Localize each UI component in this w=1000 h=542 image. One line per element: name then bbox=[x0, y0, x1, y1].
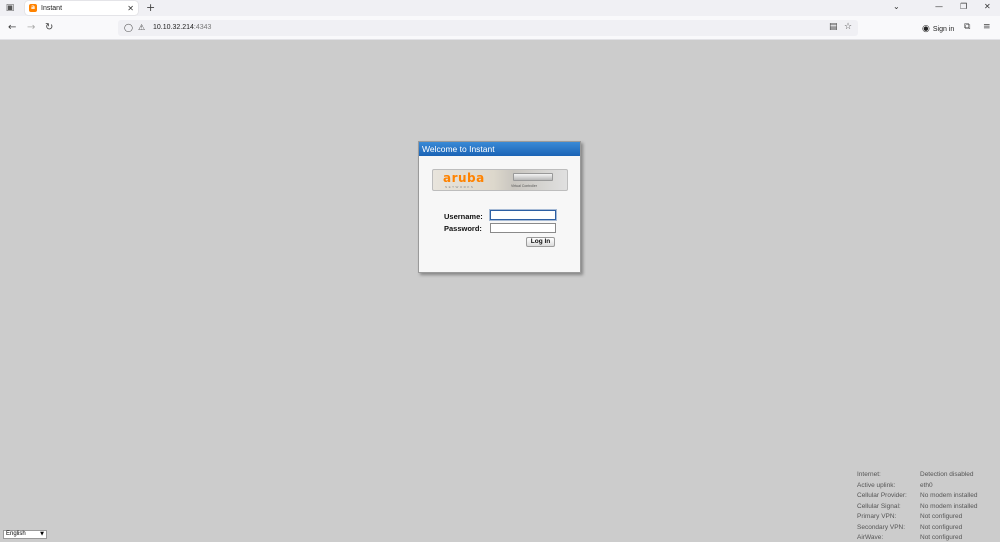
tracking-shield-icon[interactable]: ◯ bbox=[124, 23, 133, 32]
status-value: Not configured bbox=[920, 513, 963, 520]
reload-icon[interactable]: ↻ bbox=[45, 22, 53, 33]
browser-tab-bar: ▣ a Instant ✕ + ⌄ — ❐ ✕ bbox=[0, 0, 1000, 16]
language-select[interactable]: English ▼ bbox=[3, 530, 47, 539]
language-selected: English bbox=[6, 531, 26, 537]
url-port: :4343 bbox=[193, 24, 212, 31]
new-tab-icon[interactable]: + bbox=[146, 1, 155, 14]
tab-list-icon[interactable]: ⌄ bbox=[893, 2, 900, 11]
password-label: Password: bbox=[444, 224, 482, 233]
status-row: AirWave: Not configured bbox=[857, 534, 997, 542]
account-icon: ◉ bbox=[922, 24, 930, 34]
browser-tab[interactable]: a Instant ✕ bbox=[25, 1, 138, 15]
dialog-title: Welcome to Instant bbox=[419, 142, 580, 156]
controller-device-image bbox=[513, 173, 553, 181]
banner-caption: Virtual Controller bbox=[511, 184, 538, 188]
chevron-down-icon: ▼ bbox=[40, 531, 44, 537]
login-button[interactable]: Log In bbox=[526, 237, 555, 247]
status-panel: Internet: Detection disabled Active upli… bbox=[857, 471, 997, 542]
login-dialog: Welcome to Instant aruba NETWORKS Virtua… bbox=[418, 141, 581, 273]
url-bar[interactable]: ◯ ⚠ 10.10.32.214:4343 ▤ ☆ bbox=[118, 20, 858, 36]
close-window-icon[interactable]: ✕ bbox=[984, 2, 991, 11]
url-text[interactable]: 10.10.32.214:4343 bbox=[153, 24, 211, 31]
sign-in-button[interactable]: ◉ Sign in bbox=[922, 24, 954, 34]
status-value: No modem installed bbox=[920, 492, 978, 499]
status-label: Active uplink: bbox=[857, 481, 896, 489]
bookmark-star-icon[interactable]: ☆ bbox=[844, 22, 852, 32]
tab-title: Instant bbox=[41, 4, 63, 12]
back-icon[interactable]: ← bbox=[8, 22, 16, 33]
lock-warning-icon[interactable]: ⚠ bbox=[138, 23, 145, 32]
status-label: Secondary VPN: bbox=[857, 523, 906, 531]
status-label: AirWave: bbox=[857, 534, 884, 541]
sign-in-label: Sign in bbox=[932, 25, 955, 33]
status-value: Not configured bbox=[920, 523, 963, 531]
aruba-logo: aruba bbox=[443, 171, 485, 185]
status-value: Not configured bbox=[920, 534, 963, 541]
status-row: Secondary VPN: Not configured bbox=[857, 524, 997, 535]
close-tab-icon[interactable]: ✕ bbox=[127, 4, 134, 13]
status-row: Active uplink: eth0 bbox=[857, 482, 997, 493]
extensions-icon[interactable]: ⧉ bbox=[964, 22, 970, 32]
status-row: Cellular Provider: No modem installed bbox=[857, 492, 997, 503]
status-value: Detection disabled bbox=[920, 471, 974, 478]
status-label: Cellular Provider: bbox=[857, 492, 907, 499]
status-label: Primary VPN: bbox=[857, 513, 897, 520]
status-row: Internet: Detection disabled bbox=[857, 471, 997, 482]
menu-icon[interactable]: ≡ bbox=[983, 22, 991, 32]
status-value: No modem installed bbox=[920, 502, 978, 510]
status-label: Internet: bbox=[857, 471, 881, 478]
status-row: Cellular Signal: No modem installed bbox=[857, 503, 997, 514]
status-value: eth0 bbox=[920, 481, 933, 489]
password-input[interactable] bbox=[490, 223, 556, 233]
username-input[interactable] bbox=[490, 210, 556, 220]
tab-overview-icon[interactable]: ▣ bbox=[0, 0, 20, 16]
status-label: Cellular Signal: bbox=[857, 502, 901, 510]
status-row: Primary VPN: Not configured bbox=[857, 513, 997, 524]
aruba-banner: aruba NETWORKS Virtual Controller bbox=[432, 169, 568, 191]
minimize-icon[interactable]: — bbox=[935, 2, 943, 11]
restore-icon[interactable]: ❐ bbox=[960, 2, 967, 11]
forward-icon[interactable]: → bbox=[27, 22, 35, 33]
aruba-favicon-icon: a bbox=[29, 4, 37, 12]
aruba-logo-subtext: NETWORKS bbox=[445, 185, 475, 189]
username-label: Username: bbox=[444, 212, 483, 221]
url-host: 10.10.32.214 bbox=[153, 24, 194, 31]
reader-view-icon[interactable]: ▤ bbox=[829, 22, 838, 32]
